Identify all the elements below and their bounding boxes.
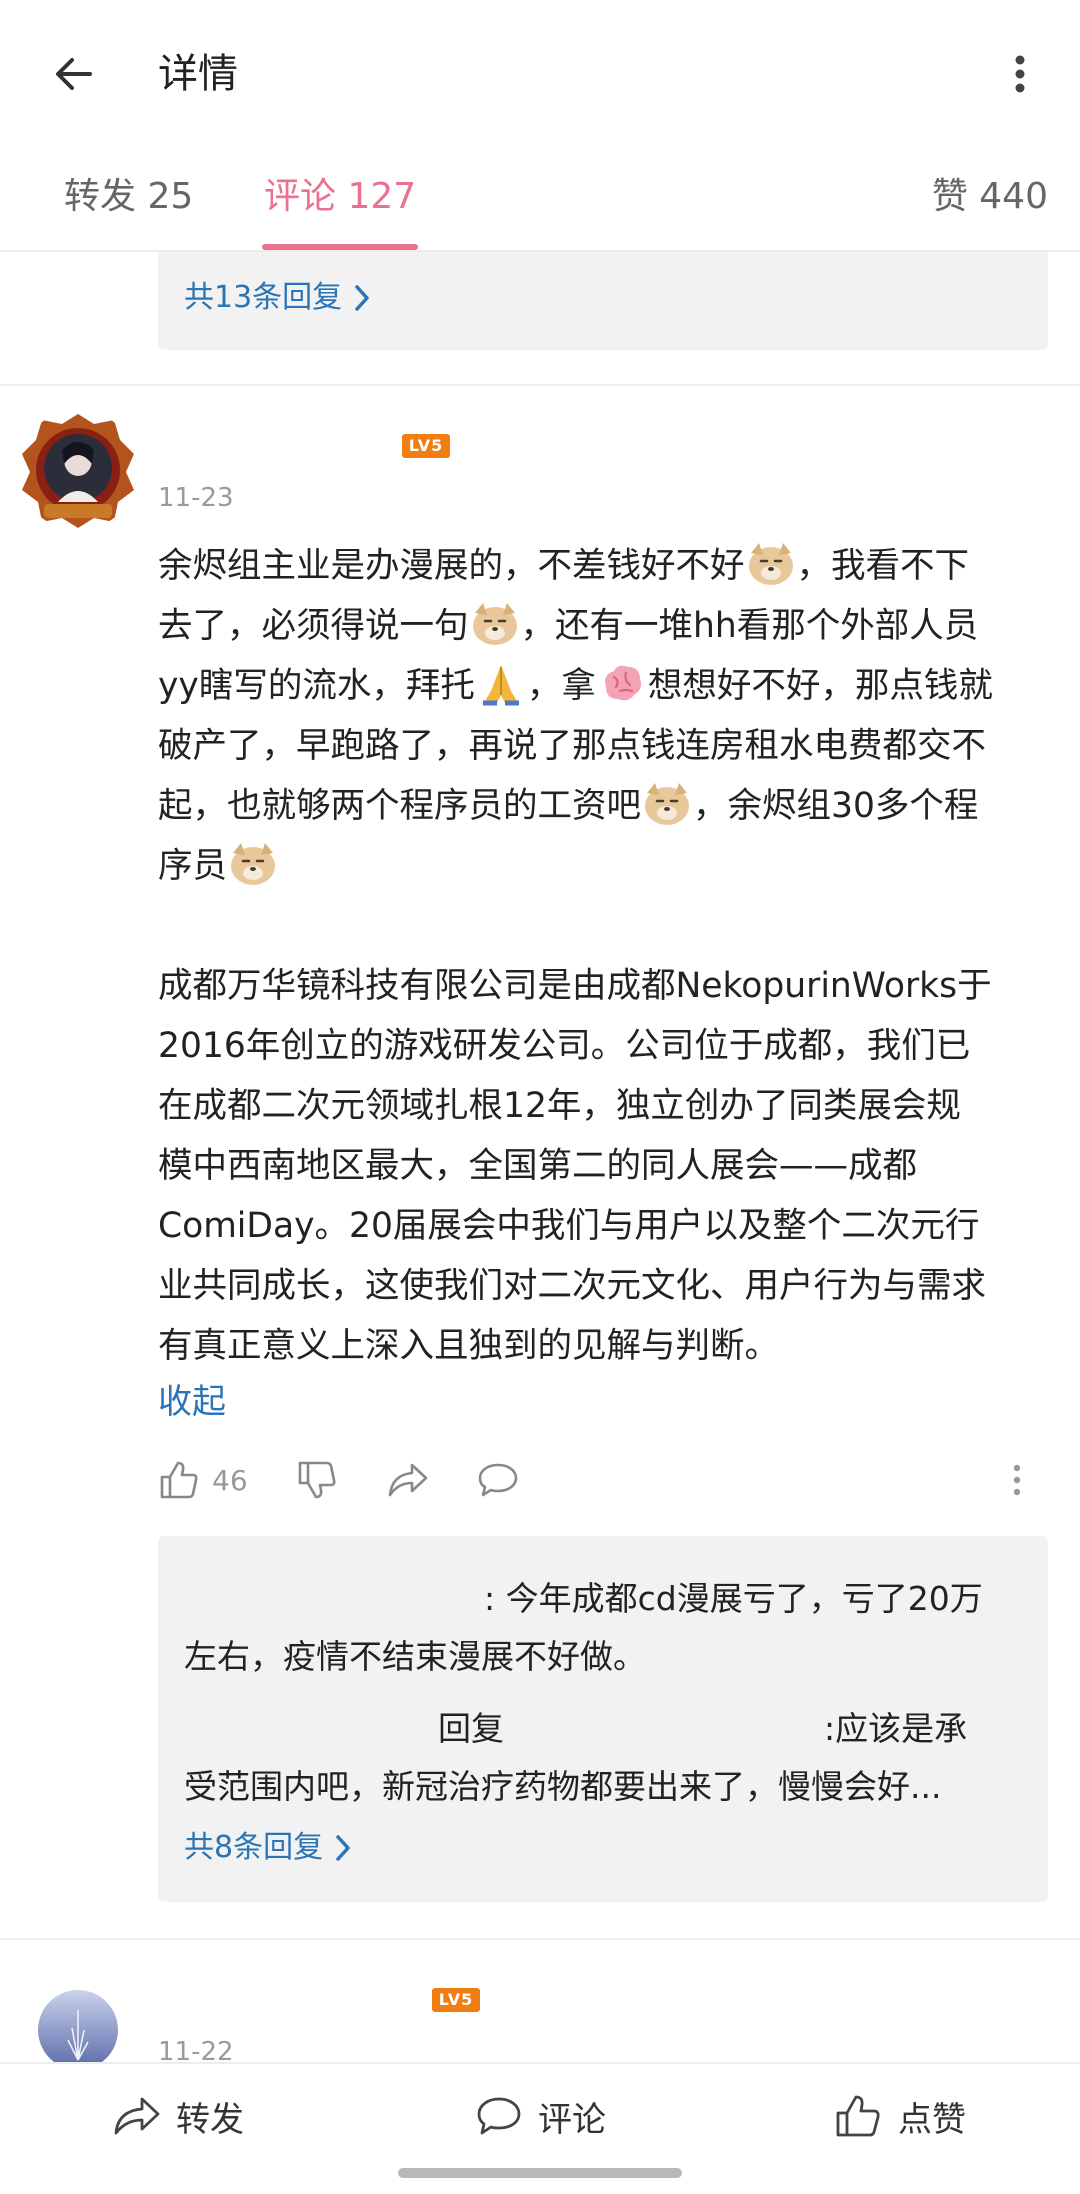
doge-emoji-icon <box>231 843 275 885</box>
thumbs-up-icon <box>836 2095 880 2137</box>
top-app-bar: 详情 <box>0 0 1080 148</box>
reply-item[interactable]: : 今年成都cd漫展亏了，亏了20万 <box>184 1570 1034 1628</box>
quote-line: 在成都二次元领域扎根12年，独立创办了同类展会规 <box>158 1086 961 1126</box>
arrow-left-icon <box>56 58 92 90</box>
collapse-link[interactable]: 收起 <box>158 1374 226 1430</box>
more-options-button[interactable] <box>982 36 1058 112</box>
avatar[interactable] <box>18 410 138 530</box>
like-button[interactable]: 46 <box>158 1448 248 1512</box>
view-replies-label: 共13条回复 <box>184 280 343 315</box>
brain-emoji-icon <box>604 665 641 701</box>
blurred-username <box>504 1716 824 1746</box>
quote-line: 业共同成长，这使我们对二次元文化、用户行为与需求 <box>158 1266 986 1306</box>
thumbs-up-icon <box>160 1461 198 1499</box>
comment-more-button[interactable] <box>1010 1448 1024 1512</box>
comment-line: 序员 <box>158 846 227 886</box>
quote-line: 2016年创立的游戏研发公司。公司位于成都，我们已 <box>158 1026 971 1066</box>
repost-button[interactable]: 转发 <box>112 2084 244 2148</box>
page-title: 详情 <box>158 51 238 97</box>
like-count: 46 <box>212 1463 248 1497</box>
detail-tabs: 转发 25 评论 127 赞 440 <box>0 148 1080 252</box>
share-button[interactable] <box>386 1448 430 1512</box>
dislike-button[interactable] <box>296 1448 338 1512</box>
comment-line: 去了，必须得说一句 <box>158 606 469 646</box>
doge-emoji-icon <box>748 543 793 585</box>
quote-line: 模中西南地区最大，全国第二的同人展会——成都 <box>158 1146 917 1186</box>
more-vertical-icon <box>1015 55 1025 93</box>
reply-item[interactable]: 回复 :应该是承 <box>184 1700 1034 1758</box>
comment-line: ，拿 <box>526 666 596 706</box>
comment-text: 余烬组主业是办漫展的，不差钱好不好 ，我看不下 去了，必须得说一句 ，还有一堆hh看… <box>158 536 1054 1376</box>
quote-line: 有真正意义上深入且独到的见解与判断。 <box>158 1326 779 1366</box>
chat-bubble-icon <box>478 1463 518 1497</box>
tab-likes[interactable]: 赞 440 <box>932 168 1048 226</box>
comment-divider <box>0 384 1080 386</box>
doge-emoji-icon <box>645 783 689 825</box>
like-label: 点赞 <box>898 2099 966 2140</box>
comment-button[interactable]: 评论 <box>474 2084 606 2148</box>
comment-date: 11-23 <box>158 483 234 513</box>
blurred-username <box>184 1716 438 1746</box>
tab-comments[interactable]: 评论 127 <box>264 168 416 226</box>
reply-verb: 回复 <box>438 1709 504 1748</box>
praying-hands-emoji-icon <box>482 665 519 706</box>
comment-line: ，还有一堆hh看那个外部人员 <box>520 606 979 646</box>
view-replies-label: 共8条回复 <box>184 1830 324 1865</box>
replies-box: : 今年成都cd漫展亏了，亏了20万 左右，疫情不结束漫展不好做。 回复 :应该是… <box>158 1536 1048 1902</box>
landscape-avatar-icon <box>38 1990 118 2070</box>
chevron-right-icon <box>355 285 369 311</box>
comment-line: 破产了，早跑路了，再说了那点钱连房租水电费都交不 <box>158 726 986 766</box>
repost-label: 转发 <box>176 2099 244 2140</box>
comment-actions: 46 <box>158 1448 1048 1512</box>
share-arrow-icon <box>114 2097 160 2135</box>
avatar[interactable] <box>38 1990 118 2070</box>
chat-bubble-icon <box>477 2097 521 2135</box>
previous-reply-box: 共13条回复 <box>158 252 1048 350</box>
share-arrow-icon <box>388 1463 428 1497</box>
quote-line: ComiDay。20届展会中我们与用户以及整个二次元行 <box>158 1206 980 1246</box>
back-button[interactable] <box>36 36 112 112</box>
doge-emoji-icon <box>472 603 517 645</box>
comment-line: 想想好不好，那点钱就 <box>647 666 993 706</box>
comment-label: 评论 <box>538 2099 606 2140</box>
view-replies-link[interactable]: 共13条回复 <box>184 276 372 320</box>
like-post-button[interactable]: 点赞 <box>834 2084 966 2148</box>
level-badge: LV5 <box>402 434 450 458</box>
reply-text: : 今年成都cd漫展亏了，亏了20万 <box>484 1579 983 1618</box>
gryffindor-avatar-icon <box>18 410 138 530</box>
blurred-username <box>184 1586 484 1616</box>
comment-line: yy瞎写的流水，拜托 <box>158 666 475 706</box>
level-badge: LV5 <box>432 1988 480 2012</box>
tab-repost[interactable]: 转发 25 <box>64 168 193 226</box>
active-tab-indicator <box>262 244 418 250</box>
reply-button[interactable] <box>476 1448 520 1512</box>
comment-line: 起，也就够两个程序员的工资吧 <box>158 786 641 826</box>
view-replies-link[interactable]: 共8条回复 <box>184 1826 353 1870</box>
reply-text-continued: 左右，疫情不结束漫展不好做。 <box>184 1637 646 1676</box>
gesture-navigation-bar[interactable] <box>398 2168 682 2178</box>
comment-line: 余烬组主业是办漫展的，不差钱好不好 <box>158 546 745 586</box>
reply-text-continued: 受范围内吧，新冠治疗药物都要出来了，慢慢会好... <box>184 1767 942 1806</box>
comment-line: ，我看不下 <box>796 546 970 586</box>
quote-line: 成都万华镜科技有限公司是由成都NekopurinWorks于 <box>158 966 992 1006</box>
comment-divider <box>0 1938 1080 1940</box>
chevron-right-icon <box>336 1835 350 1861</box>
more-vertical-icon <box>1013 1464 1021 1496</box>
thumbs-down-icon <box>298 1461 336 1499</box>
reply-text: :应该是承 <box>824 1709 968 1748</box>
comment-line: ，余烬组30多个程 <box>693 786 979 826</box>
